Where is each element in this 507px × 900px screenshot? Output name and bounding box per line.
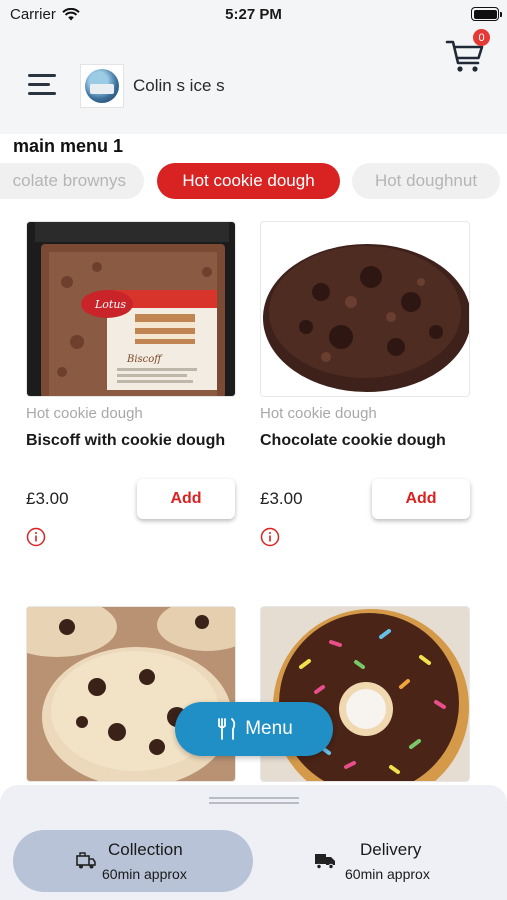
info-icon[interactable]	[26, 527, 46, 547]
svg-text:Lotus: Lotus	[94, 298, 126, 311]
app-screen: Carrier 5:27 PM Colin s ice s 0 main men…	[0, 0, 507, 900]
category-tab-label: colate brownys	[12, 171, 126, 190]
hamburger-menu-icon[interactable]	[28, 74, 58, 96]
delivery-time: 60min approx	[345, 866, 430, 882]
battery-icon	[471, 7, 502, 21]
cutlery-icon	[218, 718, 236, 740]
collection-title: Collection	[108, 840, 183, 859]
product-category-label: Hot cookie dough	[260, 405, 377, 422]
delivery-option[interactable]: Delivery 60min approx	[253, 830, 493, 892]
ice-cream-van-logo-image	[85, 69, 119, 103]
status-time: 5:27 PM	[225, 6, 282, 23]
info-icon[interactable]	[260, 527, 280, 547]
order-type-sheet: Collection 60min approx Delivery 60min a…	[0, 785, 507, 900]
svg-text:Biscoff: Biscoff	[126, 354, 163, 365]
category-tabs: colate brownys Hot cookie dough Hot doug…	[0, 163, 507, 199]
collection-icon	[76, 852, 96, 869]
menu-button[interactable]: Menu	[175, 702, 333, 756]
category-tab-label: Hot doughnut	[374, 171, 478, 190]
product-image-biscoff[interactable]: Lotus Biscoff	[26, 221, 236, 397]
category-tab-hot-doughnut[interactable]: Hot doughnut	[352, 163, 500, 199]
menu-button-label: Menu	[245, 718, 293, 739]
product-name: Biscoff with cookie dough	[26, 432, 226, 449]
shop-logo	[80, 64, 124, 108]
product-price: £3.00	[26, 489, 69, 508]
product-image-chocolate-cookie[interactable]	[260, 221, 470, 397]
category-tab-hot-cookie-dough[interactable]: Hot cookie dough	[157, 163, 340, 199]
menu-title: main menu 1	[13, 136, 124, 156]
cart-count-badge: 0	[473, 29, 490, 46]
collection-time: 60min approx	[102, 866, 187, 882]
app-header: Colin s ice s	[0, 30, 507, 134]
shop-name: Colin s ice s	[133, 76, 225, 95]
status-bar: Carrier 5:27 PM	[0, 0, 507, 30]
add-to-cart-button[interactable]: Add	[372, 479, 470, 519]
product-name: Chocolate cookie dough	[260, 432, 446, 449]
delivery-title: Delivery	[360, 840, 422, 859]
sheet-drag-handle[interactable]	[209, 797, 299, 804]
category-tab-brownies[interactable]: colate brownys	[0, 163, 144, 199]
collection-option[interactable]: Collection 60min approx	[13, 830, 253, 892]
add-to-cart-button[interactable]: Add	[137, 479, 235, 519]
product-price: £3.00	[260, 489, 303, 508]
delivery-icon	[315, 854, 335, 870]
product-category-label: Hot cookie dough	[26, 405, 143, 422]
category-tab-label: Hot cookie dough	[182, 171, 315, 190]
